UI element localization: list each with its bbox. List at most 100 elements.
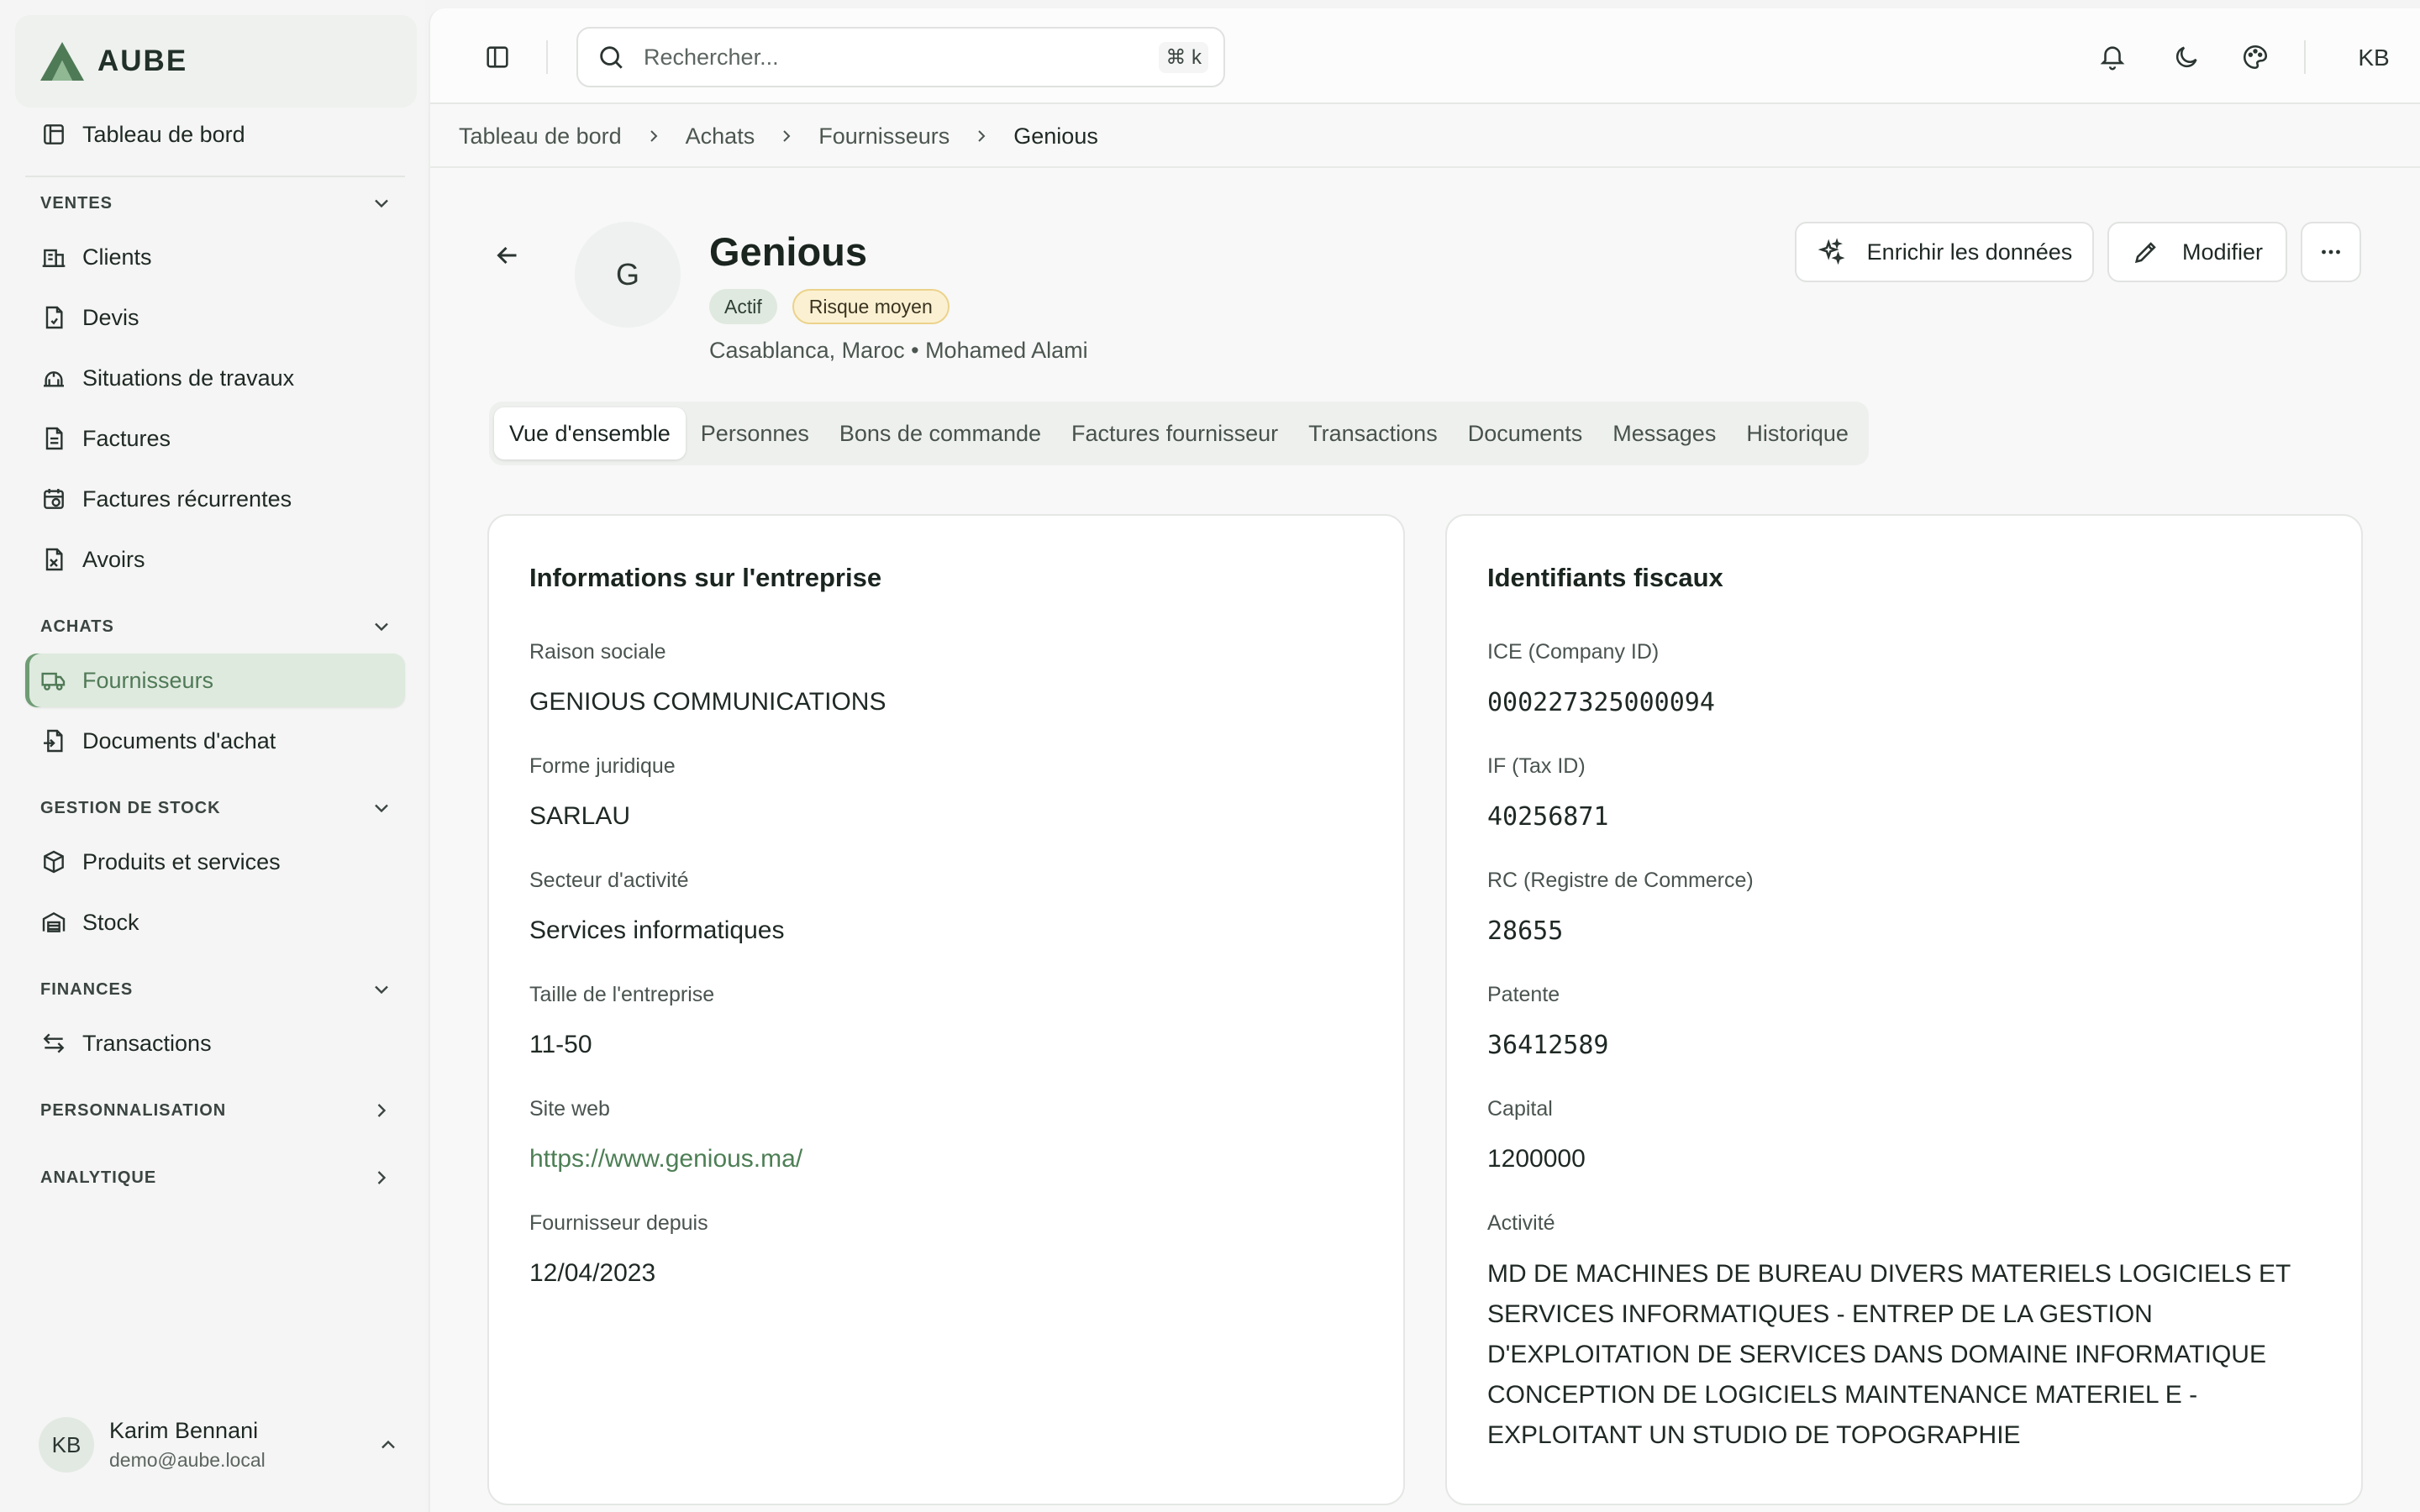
chevron-down-icon bbox=[375, 985, 388, 995]
toggle-sidebar-button[interactable] bbox=[474, 34, 521, 81]
field-value: 000227325000094 bbox=[1487, 688, 1715, 717]
sidebar-item-situations[interactable]: Situations de travaux bbox=[25, 351, 405, 405]
sidebar-item-clients[interactable]: Clients bbox=[25, 230, 405, 284]
sidebar-item-label: Documents d'achat bbox=[82, 727, 276, 753]
sidebar-item-transactions[interactable]: Transactions bbox=[25, 1016, 405, 1070]
sidebar-divider bbox=[25, 176, 405, 177]
section-title: ANALYTIQUE bbox=[40, 1168, 157, 1187]
moon-icon bbox=[2175, 46, 2197, 68]
building-icon bbox=[40, 244, 67, 270]
tab-purchase-orders[interactable]: Bons de commande bbox=[824, 407, 1056, 459]
theme-toggle-button[interactable] bbox=[2163, 34, 2210, 81]
sidebar-item-avoirs[interactable]: Avoirs bbox=[25, 533, 405, 586]
enrich-data-button[interactable]: Enrichir les données bbox=[1795, 222, 2094, 282]
field-label: Site web bbox=[529, 1097, 610, 1121]
page-title: Genious bbox=[709, 229, 868, 274]
section-analytique-toggle[interactable]: ANALYTIQUE bbox=[40, 1161, 393, 1194]
notifications-button[interactable] bbox=[2089, 34, 2136, 81]
sidebar-item-label: Fournisseurs bbox=[82, 667, 214, 693]
sidebar-item-devis[interactable]: Devis bbox=[25, 291, 405, 344]
section-achats-toggle[interactable]: ACHATS bbox=[40, 610, 393, 643]
section-ventes-toggle[interactable]: VENTES bbox=[40, 186, 393, 220]
brand-name: AUBE bbox=[97, 45, 188, 77]
sidebar-item-factures[interactable]: Factures bbox=[25, 412, 405, 465]
topbar-separator bbox=[2304, 40, 2306, 74]
tab-overview[interactable]: Vue d'ensemble bbox=[494, 407, 686, 459]
main-content: ⌘ k KB Tableau de bord Achats Fournisseu… bbox=[429, 8, 2420, 1512]
arrow-left-icon bbox=[497, 246, 517, 265]
back-button[interactable] bbox=[492, 240, 529, 277]
sidebar-item-label: Transactions bbox=[82, 1030, 212, 1056]
chevron-up-icon bbox=[381, 1440, 395, 1449]
section-title: PERSONNALISATION bbox=[40, 1100, 227, 1120]
bell-icon bbox=[2100, 46, 2125, 71]
sidebar-item-label: Avoirs bbox=[82, 546, 145, 572]
section-finances-toggle[interactable]: FINANCES bbox=[40, 973, 393, 1006]
field-capital: Capital 1200000 bbox=[1487, 1097, 2328, 1173]
user-name: Karim Bennani bbox=[109, 1418, 259, 1443]
sidebar-item-label: Factures récurrentes bbox=[82, 486, 292, 512]
search-shortcut: ⌘ k bbox=[1159, 41, 1208, 73]
field-value: 12/04/2023 bbox=[529, 1259, 656, 1287]
field-rc: RC (Registre de Commerce) 28655 bbox=[1487, 869, 2328, 946]
supplier-avatar: G bbox=[575, 222, 681, 328]
palette-icon bbox=[2243, 45, 2268, 70]
search-icon bbox=[600, 46, 623, 69]
avatar[interactable]: KB bbox=[2346, 30, 2402, 86]
topbar: ⌘ k KB bbox=[430, 8, 2420, 104]
website-link[interactable]: https://www.genious.ma/ bbox=[529, 1145, 1370, 1173]
sidebar-item-dashboard[interactable]: Tableau de bord bbox=[25, 108, 405, 161]
tab-supplier-invoices[interactable]: Factures fournisseur bbox=[1056, 407, 1293, 459]
chevron-right-icon bbox=[377, 1171, 387, 1184]
aube-logo-icon bbox=[40, 42, 84, 81]
sidebar-item-label: Situations de travaux bbox=[82, 365, 295, 391]
breadcrumb-item[interactable]: Achats bbox=[686, 123, 755, 150]
tab-transactions[interactable]: Transactions bbox=[1293, 407, 1453, 459]
tab-documents[interactable]: Documents bbox=[1453, 407, 1598, 459]
avatar: KB bbox=[39, 1417, 94, 1473]
tab-history[interactable]: Historique bbox=[1731, 407, 1864, 459]
sidebar: AUBE Tableau de bord VENTES Clients Devi… bbox=[0, 0, 425, 1512]
field-label: Forme juridique bbox=[529, 754, 676, 778]
field-label: Capital bbox=[1487, 1097, 1553, 1121]
edit-label: Modifier bbox=[2181, 239, 2264, 265]
breadcrumb-item[interactable]: Fournisseurs bbox=[818, 123, 950, 150]
truck-icon bbox=[40, 667, 67, 694]
tab-people[interactable]: Personnes bbox=[686, 407, 824, 459]
sidebar-item-label: Stock bbox=[82, 909, 139, 935]
field-value: 11-50 bbox=[529, 1031, 592, 1058]
chevron-down-icon bbox=[375, 622, 388, 632]
field-activity: Activité MD DE MACHINES DE BUREAU DIVERS… bbox=[1487, 1211, 2328, 1456]
palette-button[interactable] bbox=[2232, 34, 2279, 81]
section-stock-toggle[interactable]: GESTION DE STOCK bbox=[40, 791, 393, 825]
edit-button[interactable]: Modifier bbox=[2107, 222, 2287, 282]
field-label: IF (Tax ID) bbox=[1487, 754, 1586, 778]
field-label: Fournisseur depuis bbox=[529, 1211, 708, 1235]
breadcrumb-divider bbox=[430, 166, 2420, 168]
field-legal-name: Raison sociale GENIOUS COMMUNICATIONS bbox=[529, 640, 1370, 717]
search-box[interactable]: ⌘ k bbox=[576, 27, 1225, 87]
sidebar-item-factures-recurrentes[interactable]: Factures récurrentes bbox=[25, 472, 405, 526]
sidebar-item-label: Tableau de bord bbox=[82, 121, 245, 147]
sidebar-item-documents-achat[interactable]: Documents d'achat bbox=[25, 714, 405, 768]
more-actions-button[interactable] bbox=[2301, 222, 2361, 282]
breadcrumb-item[interactable]: Tableau de bord bbox=[459, 123, 622, 150]
tab-messages[interactable]: Messages bbox=[1597, 407, 1731, 459]
arrows-exchange-icon bbox=[40, 1030, 67, 1057]
section-personnalisation-toggle[interactable]: PERSONNALISATION bbox=[40, 1094, 393, 1127]
sidebar-item-produits[interactable]: Produits et services bbox=[25, 835, 405, 889]
search-input[interactable] bbox=[644, 44, 1160, 71]
section-title: FINANCES bbox=[40, 979, 134, 999]
brand-logo-block[interactable]: AUBE bbox=[15, 15, 417, 108]
field-supplier-since: Fournisseur depuis 12/04/2023 bbox=[529, 1211, 1370, 1288]
credit-note-icon bbox=[40, 546, 67, 573]
field-label: Raison sociale bbox=[529, 640, 666, 664]
field-label: ICE (Company ID) bbox=[1487, 640, 1660, 664]
user-menu[interactable]: KB Karim Bennani demo@aube.local bbox=[39, 1411, 400, 1478]
sidebar-item-label: Produits et services bbox=[82, 848, 281, 874]
sidebar-item-label: Clients bbox=[82, 244, 152, 270]
sidebar-item-fournisseurs[interactable]: Fournisseurs bbox=[25, 654, 405, 707]
field-value: 1200000 bbox=[1487, 1145, 1586, 1173]
sidebar-item-stock[interactable]: Stock bbox=[25, 895, 405, 949]
enrich-data-label: Enrichir les données bbox=[1866, 239, 2073, 265]
